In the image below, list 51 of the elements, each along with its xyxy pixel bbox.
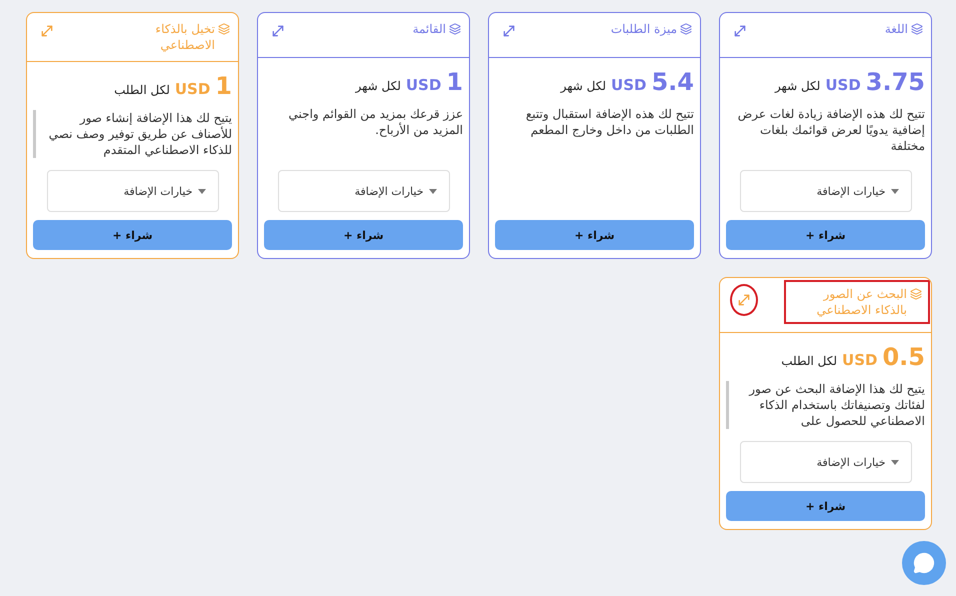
caret-icon xyxy=(890,188,898,194)
price-amount: 3.75 xyxy=(866,68,925,96)
expand-icon xyxy=(732,23,748,39)
addon-description: عزز قرعك بمزيد من القوائم واجني المزيد من الأرباح. xyxy=(288,106,463,138)
buy-button[interactable]: شراء + xyxy=(264,220,463,250)
addon-description: تتيح لك هذه الإضافة زيادة لغات عرض إضافية يدويًا لعرض قوائمك بلغات مختلفة xyxy=(736,106,925,154)
addon-description: يتيح لك هذا الإضافة البحث عن صور لفئاتك وتصنيفاتك باستخدام الذكاء الاصطناعي للحصول على xyxy=(726,381,925,429)
options-dropdown[interactable]: خيارات الإضافة xyxy=(278,170,450,212)
expand-icon xyxy=(39,23,55,39)
buy-button[interactable]: شراء + xyxy=(495,220,694,250)
expand-icon xyxy=(501,23,517,39)
price-amount: 0.5 xyxy=(882,343,925,371)
title-text: اللغة xyxy=(884,21,908,37)
price-period: لكل الطلب xyxy=(781,354,838,368)
currency: USD xyxy=(174,80,210,98)
title-text: البحث عن الصور بالذكاء الاصطناعي xyxy=(816,286,907,318)
options-dropdown[interactable]: خيارات الإضافة xyxy=(740,170,912,212)
title-text: القائمة xyxy=(412,21,446,37)
layers-icon xyxy=(218,23,230,35)
price-period: لكل الطلب xyxy=(114,83,170,97)
currency: USD xyxy=(842,351,878,369)
options-dropdown[interactable]: خيارات الإضافة xyxy=(740,441,912,483)
options-dropdown[interactable]: خيارات الإضافة xyxy=(46,170,218,212)
price-period: لكل شهر xyxy=(355,79,401,93)
layers-icon xyxy=(911,23,923,35)
price-amount: 1 xyxy=(446,68,463,96)
layers-icon xyxy=(910,288,922,300)
currency: USD xyxy=(825,76,861,94)
price-amount: 1 xyxy=(215,72,232,100)
buy-button[interactable]: شراء + xyxy=(726,220,925,250)
addon-description: يتيح لك هذا الإضافة إنشاء صور للأصناف عن طريق توفير وصف نصي للذكاء الاصطناعي المتقدم xyxy=(33,110,232,158)
layers-icon xyxy=(680,23,692,35)
price-period: لكل شهر xyxy=(560,79,606,93)
expand-icon xyxy=(270,23,286,39)
caret-icon xyxy=(428,188,436,194)
buy-button[interactable]: شراء + xyxy=(33,220,232,250)
expand-button[interactable] xyxy=(730,284,758,316)
price-amount: 5.4 xyxy=(651,68,694,96)
chat-icon xyxy=(913,552,935,574)
layers-icon xyxy=(449,23,461,35)
buy-button[interactable]: شراء + xyxy=(726,491,925,521)
title-text: تخيل بالذكاء الاصطناعي xyxy=(154,21,215,53)
caret-icon xyxy=(890,460,898,464)
caret-icon xyxy=(198,188,206,194)
currency: USD xyxy=(406,76,442,94)
price-period: لكل شهر xyxy=(774,79,820,93)
expand-icon xyxy=(736,292,752,308)
addon-description: تتيح لك هذه الإضافة استقبال وتتبع الطلبات من داخل وخارج المطعم xyxy=(524,106,694,138)
title-text: ميزة الطلبات xyxy=(610,21,677,37)
currency: USD xyxy=(611,76,646,94)
chat-button[interactable] xyxy=(902,541,946,585)
